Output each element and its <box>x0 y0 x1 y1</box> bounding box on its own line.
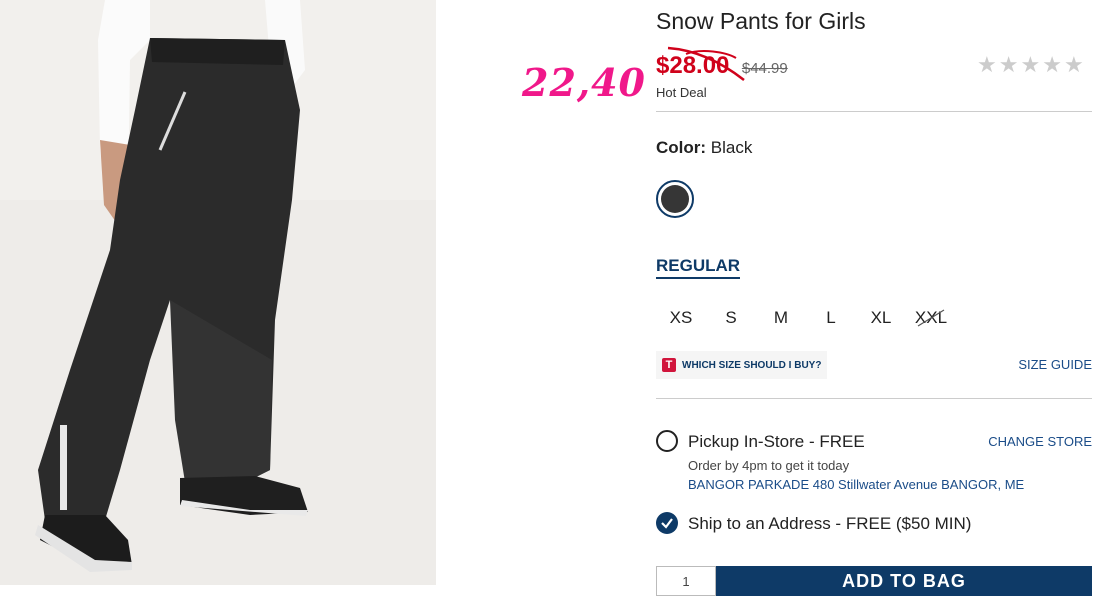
pickup-radio[interactable] <box>656 430 678 452</box>
add-to-bag-button[interactable]: ADD TO BAG <box>716 566 1092 596</box>
deal-label: Hot Deal <box>656 85 707 100</box>
size-option[interactable]: XS <box>656 308 706 328</box>
unavailable-slash <box>917 309 945 327</box>
check-icon <box>661 518 673 529</box>
star-icon: ★ <box>998 52 1019 77</box>
strike-scribble <box>667 46 745 81</box>
quantity-select[interactable]: 1 <box>656 566 716 596</box>
rating-stars[interactable]: ★ ★ ★ ★ ★ <box>977 52 1084 78</box>
ship-radio[interactable] <box>656 512 678 534</box>
divider <box>656 111 1092 112</box>
color-label: Color: Black <box>656 138 752 158</box>
star-icon: ★ <box>977 52 997 77</box>
size-selector: XS S M L XL XXL <box>656 308 956 328</box>
handwritten-price-annotation: 22,40 <box>522 60 646 105</box>
color-label-key: Color: <box>656 138 707 157</box>
product-image[interactable] <box>0 0 436 585</box>
color-value: Black <box>710 138 753 157</box>
size-option-unavailable[interactable]: XXL <box>906 308 956 328</box>
product-title: Snow Pants for Girls <box>656 8 866 34</box>
size-option[interactable]: L <box>806 308 856 328</box>
which-size-text: WHICH SIZE SHOULD I BUY? <box>682 359 822 371</box>
swatch-fill <box>661 185 689 213</box>
ship-label[interactable]: Ship to an Address - FREE ($50 MIN) <box>688 514 971 534</box>
star-icon: ★ <box>1042 52 1062 77</box>
size-option[interactable]: M <box>756 308 806 328</box>
size-option[interactable]: S <box>706 308 756 328</box>
star-icon: ★ <box>1063 52 1084 77</box>
change-store-link[interactable]: CHANGE STORE <box>988 434 1092 449</box>
order-by-text: Order by 4pm to get it today <box>688 458 850 473</box>
pickup-label[interactable]: Pickup In-Store - FREE <box>688 432 865 452</box>
sale-price: $28.00 <box>656 46 745 81</box>
size-guide-link[interactable]: SIZE GUIDE <box>1018 357 1092 372</box>
color-swatch-black[interactable] <box>656 180 694 218</box>
fit-tab-regular[interactable]: REGULAR <box>656 256 741 279</box>
original-price: $44.99 <box>741 60 788 78</box>
price-row: $28.00 $44.99 <box>656 46 788 81</box>
store-address-link[interactable]: BANGOR PARKADE 480 Stillwater Avenue BAN… <box>688 477 1024 492</box>
divider <box>656 398 1092 399</box>
star-icon: ★ <box>1020 52 1041 77</box>
truefit-logo-icon: T <box>662 358 676 372</box>
true-fit-button[interactable]: T WHICH SIZE SHOULD I BUY? <box>656 351 828 379</box>
size-option[interactable]: XL <box>856 308 906 328</box>
